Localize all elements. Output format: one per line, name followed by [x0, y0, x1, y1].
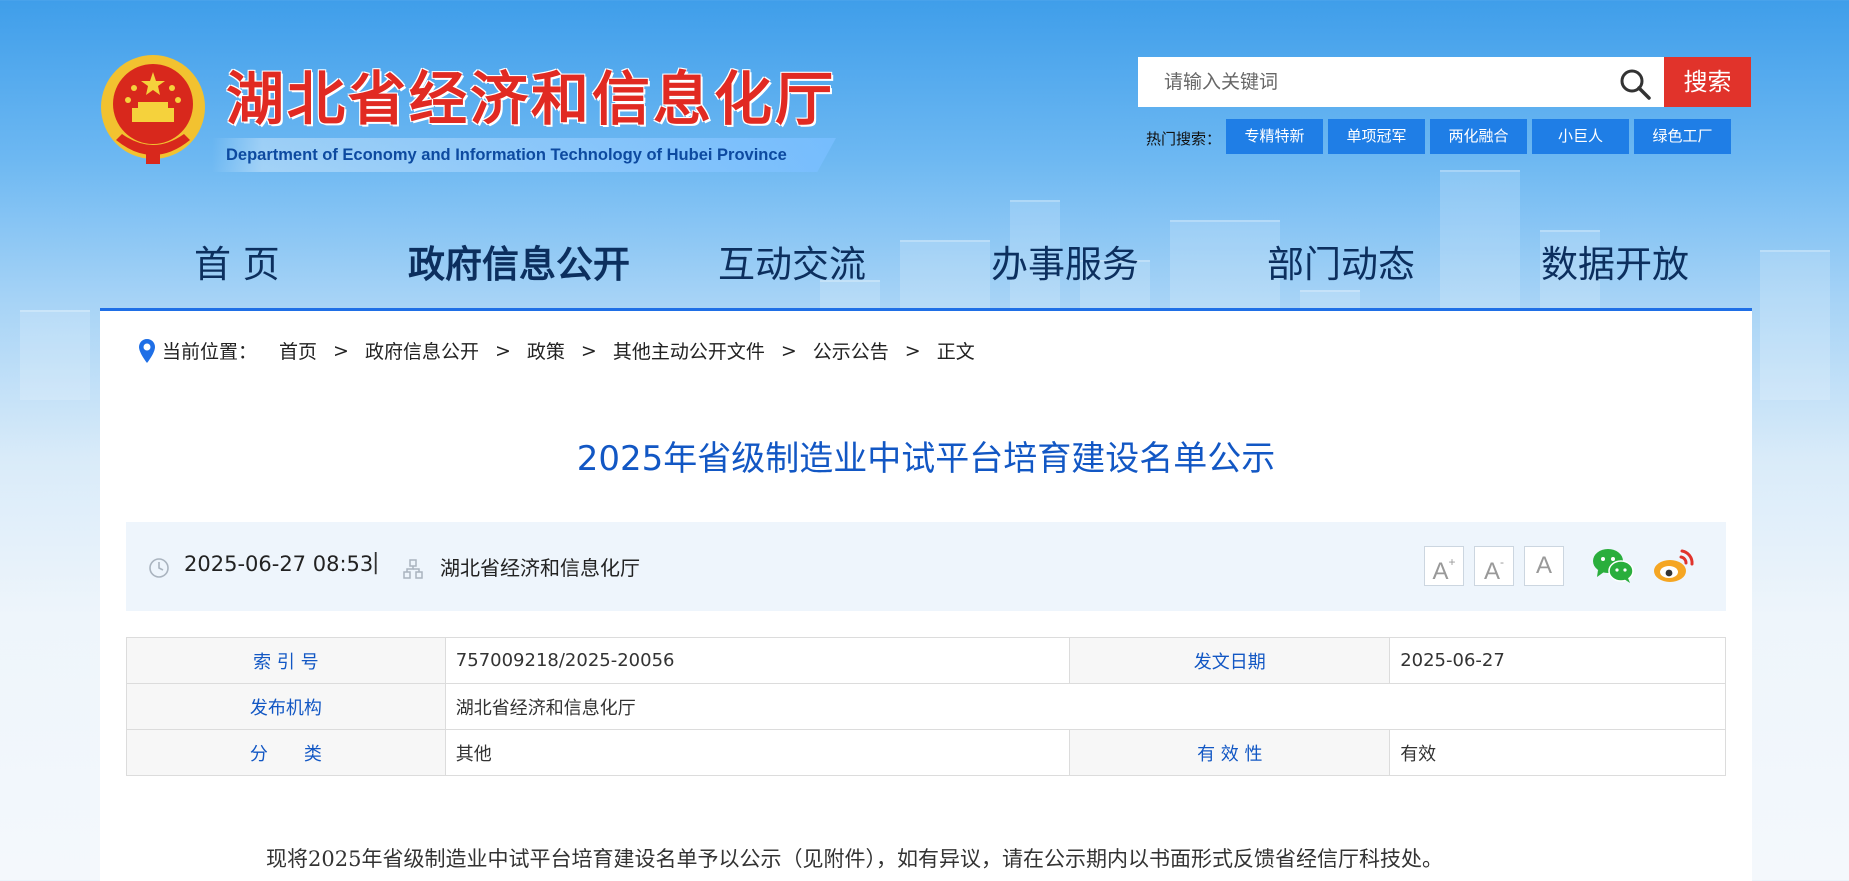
breadcrumb-separator: > — [580, 339, 597, 362]
search-button[interactable]: 搜索 — [1664, 57, 1751, 107]
article-meta-bar: 2025-06-27 08:53 | 湖北省经济和信息化厅 A+ A- A — [126, 522, 1726, 611]
article-title: 2025年省级制造业中试平台培育建设名单公示 — [576, 439, 1276, 479]
article-body-paragraph: 现将2025年省级制造业中试平台培育建设名单予以公示（见附件），如有异议，请在公… — [266, 847, 1443, 871]
table-row: 索 引 号 757009218/2025-20056 发文日期 2025-06-… — [126, 637, 1726, 684]
hot-tag[interactable]: 专精特新 — [1226, 119, 1323, 154]
validity-value: 有效 — [1389, 729, 1726, 776]
font-increase-label: A — [1432, 558, 1449, 585]
publish-datetime: 2025-06-27 08:53 — [184, 552, 374, 576]
font-decrease-mark: - — [1500, 555, 1504, 569]
table-row: 分 类 其他 有 效 性 有效 — [126, 729, 1726, 776]
weibo-icon[interactable] — [1652, 546, 1696, 584]
national-emblem-icon — [101, 55, 205, 164]
main-nav: 首 页 政府信息公开 互动交流 办事服务 部门动态 数据开放 — [100, 234, 1752, 310]
org-label: 发布机构 — [126, 683, 446, 730]
breadcrumb-other-files[interactable]: 其他主动公开文件 — [613, 337, 765, 364]
hot-search-label: 热门搜索： — [1146, 130, 1222, 148]
breadcrumb-separator: > — [333, 339, 349, 362]
document-info-table: 索 引 号 757009218/2025-20056 发文日期 2025-06-… — [126, 637, 1727, 776]
meta-divider: | — [372, 550, 380, 575]
table-row: 发布机构 湖北省经济和信息化厅 — [126, 683, 1727, 730]
breadcrumb-home[interactable]: 首页 — [279, 337, 317, 364]
search-icon[interactable] — [1618, 67, 1652, 101]
category-label: 分 类 — [126, 729, 446, 776]
font-increase-button[interactable]: A+ — [1424, 546, 1464, 586]
breadcrumb-separator: > — [780, 339, 797, 362]
site-subtitle: Department of Economy and Information Te… — [212, 138, 836, 172]
breadcrumb-separator: > — [904, 339, 921, 362]
date-value: 2025-06-27 — [1389, 637, 1726, 684]
nav-item-home[interactable]: 首 页 — [194, 234, 280, 288]
nav-item-dept-news[interactable]: 部门动态 — [1267, 234, 1415, 288]
clock-icon — [149, 558, 169, 578]
date-label: 发文日期 — [1069, 637, 1391, 684]
org-icon — [403, 559, 423, 579]
search-input[interactable] — [1138, 57, 1608, 107]
location-pin-icon — [139, 338, 155, 363]
index-value: 757009218/2025-20056 — [444, 637, 1071, 684]
validity-label: 有 效 性 — [1069, 729, 1391, 776]
breadcrumb-announcements[interactable]: 公示公告 — [813, 337, 889, 364]
publish-source: 湖北省经济和信息化厅 — [440, 556, 640, 580]
hot-search-tags: 专精特新 单项冠军 两化融合 小巨人 绿色工厂 — [1226, 119, 1731, 154]
breadcrumb-separator: > — [494, 339, 511, 362]
breadcrumb-gov-info[interactable]: 政府信息公开 — [365, 337, 479, 364]
nav-item-interaction[interactable]: 互动交流 — [718, 234, 866, 288]
nav-item-open-data[interactable]: 数据开放 — [1541, 234, 1689, 288]
search-box — [1138, 57, 1664, 107]
font-reset-label: A — [1535, 552, 1552, 579]
font-reset-button[interactable]: A — [1524, 546, 1564, 586]
font-increase-mark: + — [1448, 555, 1456, 569]
hot-tag[interactable]: 小巨人 — [1532, 119, 1629, 154]
hot-tag[interactable]: 两化融合 — [1430, 119, 1527, 154]
content-panel: 当前位置： 首页 > 政府信息公开 > 政策 > 其他主动公开文件 > 公示公告… — [100, 311, 1752, 881]
breadcrumb-label: 当前位置： — [162, 341, 258, 363]
nav-item-services[interactable]: 办事服务 — [991, 234, 1139, 288]
font-decrease-button[interactable]: A- — [1474, 546, 1514, 586]
breadcrumb-policy[interactable]: 政策 — [527, 337, 565, 364]
site-title: 湖北省经济和信息化厅 — [226, 65, 837, 133]
hot-tag[interactable]: 绿色工厂 — [1634, 119, 1731, 154]
org-value: 湖北省经济和信息化厅 — [444, 683, 1727, 730]
breadcrumb-current: 正文 — [936, 341, 975, 363]
hot-tag[interactable]: 单项冠军 — [1328, 119, 1425, 154]
breadcrumb: 当前位置： 首页 > 政府信息公开 > 政策 > 其他主动公开文件 > 公示公告… — [138, 337, 975, 364]
category-value: 其他 — [444, 729, 1071, 776]
nav-item-gov-info[interactable]: 政府信息公开 — [408, 234, 630, 288]
wechat-icon[interactable] — [1592, 546, 1634, 584]
font-decrease-label: A — [1483, 558, 1500, 585]
index-label: 索 引 号 — [126, 637, 446, 684]
